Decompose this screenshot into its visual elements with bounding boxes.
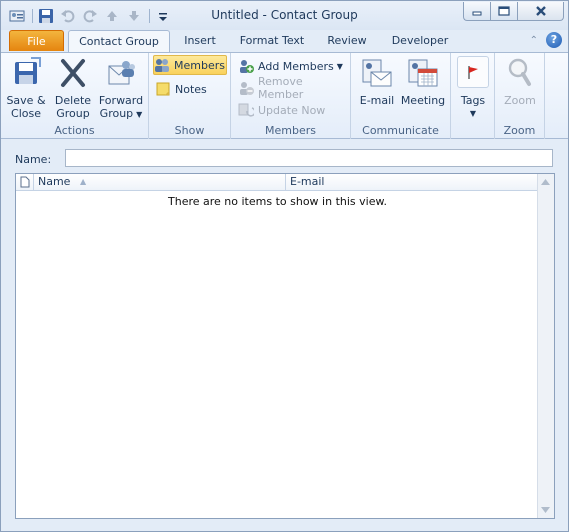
delete-group-button[interactable]: Delete Group	[53, 56, 93, 120]
close-icon	[535, 6, 546, 16]
notes-view-label: Notes	[175, 82, 207, 96]
tags-group: Tags ▼	[451, 53, 495, 139]
email-label: E-mail	[359, 94, 395, 107]
remove-member-label: Remove Member	[258, 75, 304, 101]
delete-group-label-line2: Group	[56, 107, 90, 120]
contact-group-window: Untitled - Contact Group File Contact Gr…	[0, 0, 569, 532]
zoom-button-label: Zoom	[504, 94, 536, 107]
magnifier-icon	[503, 56, 537, 90]
help-icon[interactable]: ?	[546, 32, 562, 48]
forward-group-label-line2: Group ▼	[97, 107, 145, 121]
tags-label: Tags	[460, 94, 486, 107]
tab-review[interactable]: Review	[319, 30, 375, 52]
add-members-button[interactable]: Add Members ▼	[238, 56, 343, 76]
update-now-label: Update Now	[258, 103, 326, 117]
actions-group: Save & Close Delete Group Forward Group ▼…	[1, 53, 149, 139]
communicate-group-label: Communicate	[362, 124, 439, 137]
dropdown-caret-icon: ▼	[469, 109, 477, 118]
forward-group-icon	[104, 56, 138, 90]
save-close-icon	[9, 56, 43, 90]
members-list: Name ▲ E-mail There are no items to show…	[15, 173, 555, 519]
empty-list-message: There are no items to show in this view.	[168, 195, 387, 208]
save-close-label-line1: Save &	[6, 94, 46, 107]
name-field[interactable]	[65, 149, 553, 167]
notes-view-button[interactable]: Notes	[155, 79, 207, 99]
minimize-button[interactable]	[463, 2, 490, 21]
members-view-label: Members	[174, 58, 225, 72]
scroll-down-icon[interactable]	[539, 503, 552, 517]
icon-column-header[interactable]	[16, 174, 34, 190]
tab-format-text[interactable]: Format Text	[233, 30, 311, 52]
members-group-label: Members	[265, 124, 316, 137]
zoom-group: Zoom Zoom	[495, 53, 545, 139]
email-icon	[360, 56, 394, 90]
sort-ascending-icon: ▲	[80, 177, 87, 186]
members-icon	[154, 57, 170, 73]
update-now-button[interactable]: Update Now	[238, 100, 325, 120]
name-column-label: Name	[38, 175, 71, 188]
scroll-up-icon[interactable]	[539, 175, 552, 189]
ribbon-help-area: ⌃ ?	[530, 32, 562, 48]
add-members-label: Add Members	[258, 59, 334, 73]
add-members-icon	[238, 58, 254, 74]
name-column-header[interactable]: Name ▲	[34, 174, 286, 190]
remove-member-button[interactable]: Remove Member	[238, 75, 350, 101]
ribbon-tab-strip: File Contact Group Insert Format Text Re…	[1, 30, 568, 53]
window-controls	[463, 2, 564, 21]
show-group: Members Notes Show	[149, 53, 231, 139]
actions-group-label: Actions	[54, 124, 95, 137]
communicate-group: E-mail Meeting Communicate	[351, 53, 451, 139]
save-close-button[interactable]: Save & Close	[5, 56, 47, 120]
zoom-group-label: Zoom	[503, 124, 536, 137]
forward-group-label-text: Group	[99, 107, 134, 120]
delete-group-label-line1: Delete	[54, 94, 92, 107]
maximize-button[interactable]	[490, 2, 517, 21]
members-view-button[interactable]: Members	[153, 55, 227, 75]
email-column-header[interactable]: E-mail	[286, 174, 539, 190]
tab-insert[interactable]: Insert	[176, 30, 224, 52]
email-column-label: E-mail	[290, 175, 325, 188]
tab-developer[interactable]: Developer	[385, 30, 455, 52]
meeting-label: Meeting	[400, 94, 446, 107]
minimize-icon	[472, 11, 482, 16]
meeting-icon	[406, 56, 440, 90]
minimize-ribbon-icon[interactable]: ⌃	[530, 35, 538, 46]
remove-member-icon	[238, 80, 254, 96]
members-group: Add Members ▼ Remove Member Update Now Me…	[231, 53, 351, 139]
name-label: Name:	[15, 153, 52, 166]
list-header: Name ▲ E-mail	[16, 174, 539, 191]
maximize-icon	[498, 6, 510, 16]
vertical-scrollbar[interactable]	[537, 174, 554, 518]
delete-x-icon	[56, 56, 90, 90]
flag-icon	[457, 56, 489, 88]
save-close-label-line2: Close	[11, 107, 41, 120]
show-group-label: Show	[174, 124, 205, 137]
tab-file[interactable]: File	[9, 30, 64, 51]
meeting-button[interactable]: Meeting	[399, 56, 447, 107]
notes-icon	[155, 81, 171, 97]
tags-button[interactable]: Tags ▼	[455, 56, 491, 120]
title-bar: Untitled - Contact Group	[1, 1, 568, 30]
email-button[interactable]: E-mail	[357, 56, 397, 107]
tab-contact-group[interactable]: Contact Group	[68, 30, 170, 53]
update-now-icon	[238, 102, 256, 118]
zoom-button[interactable]: Zoom	[499, 56, 541, 107]
dropdown-caret-icon: ▼	[336, 61, 343, 71]
forward-group-button[interactable]: Forward Group ▼	[97, 56, 145, 121]
close-button[interactable]	[517, 2, 564, 21]
document-icon	[20, 176, 29, 188]
forward-group-label-line1: Forward	[98, 94, 144, 107]
dropdown-caret-icon: ▼	[136, 110, 143, 119]
ribbon: Save & Close Delete Group Forward Group ▼…	[1, 52, 568, 139]
